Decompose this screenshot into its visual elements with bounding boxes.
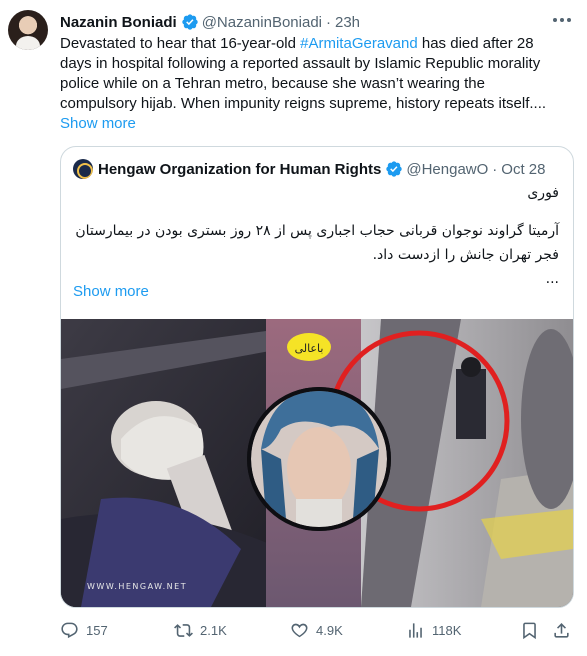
retweet-button[interactable]: 2.1K — [174, 616, 227, 644]
tweet-text-line: Devastated to hear that 16-year-old #Arm… — [60, 35, 534, 52]
like-icon — [291, 623, 308, 637]
retweet-icon — [174, 623, 193, 637]
like-button[interactable]: 4.9K — [290, 616, 343, 644]
author-handle[interactable]: @NazaninBoniadi — [202, 14, 322, 31]
reply-count: 157 — [86, 622, 108, 638]
retweet-count: 2.1K — [200, 622, 227, 638]
show-more-link[interactable]: Show more — [60, 114, 136, 134]
quote-author-handle[interactable]: @HengawO — [406, 161, 488, 178]
more-icon[interactable] — [548, 10, 576, 30]
tweet-actions: 157 2.1K 4.9K 118K — [60, 616, 576, 644]
author-name[interactable]: Nazanin Boniadi — [60, 14, 177, 31]
verified-badge-icon — [386, 161, 403, 177]
like-count: 4.9K — [316, 622, 343, 638]
quote-header: Hengaw Organization for Human Rights @He… — [73, 159, 545, 179]
quote-text-ellipsis: ... — [545, 271, 559, 287]
media-illustration: باعالی WWW.HENGAW.NET — [61, 319, 573, 607]
quote-text-line: فجر تهران جانش را ازدست داد. — [372, 247, 559, 263]
verified-badge-icon — [182, 14, 198, 30]
author-avatar[interactable] — [8, 10, 48, 50]
views-button[interactable]: 118K — [406, 616, 461, 644]
quote-show-more-link[interactable]: Show more — [73, 283, 149, 300]
quote-author-name[interactable]: Hengaw Organization for Human Rights — [98, 161, 381, 178]
views-count: 118K — [432, 622, 462, 638]
quoted-tweet[interactable]: Hengaw Organization for Human Rights @He… — [60, 146, 574, 608]
quote-text-line: فوری — [527, 185, 559, 201]
hashtag-link[interactable]: #ArmitaGeravand — [300, 35, 418, 52]
tweet-text: Devastated to hear that 16-year-old #Arm… — [60, 34, 580, 114]
share-icon — [554, 622, 569, 638]
separator-dot: · — [492, 160, 498, 178]
tweet-time[interactable]: 23h — [335, 14, 360, 31]
reply-button[interactable]: 157 — [60, 616, 108, 644]
reply-icon — [61, 622, 78, 638]
bookmark-button[interactable] — [520, 616, 546, 644]
separator-dot: · — [326, 13, 331, 31]
tweet-header: Nazanin Boniadi @NazaninBoniadi · 23h — [60, 12, 360, 32]
quote-time[interactable]: Oct 28 — [501, 161, 545, 178]
metro-sign-text: باعالی — [295, 342, 324, 355]
media-watermark: WWW.HENGAW.NET — [87, 582, 187, 591]
quote-text-line: آرمیتا گراوند نوجوان قربانی حجاب اجباری … — [75, 223, 559, 239]
tweet-text-line: compulsory hijab. When impunity reigns s… — [60, 95, 547, 112]
bookmark-icon — [523, 622, 536, 639]
quote-media-image[interactable]: باعالی WWW.HENGAW.NET — [61, 319, 573, 607]
views-icon — [409, 622, 422, 638]
tweet-text-line: police while on a Tehran metro, because … — [60, 75, 485, 92]
share-button[interactable] — [552, 616, 578, 644]
quote-avatar[interactable] — [73, 159, 93, 179]
tweet-text-line: days in hospital following a reported as… — [60, 55, 541, 72]
